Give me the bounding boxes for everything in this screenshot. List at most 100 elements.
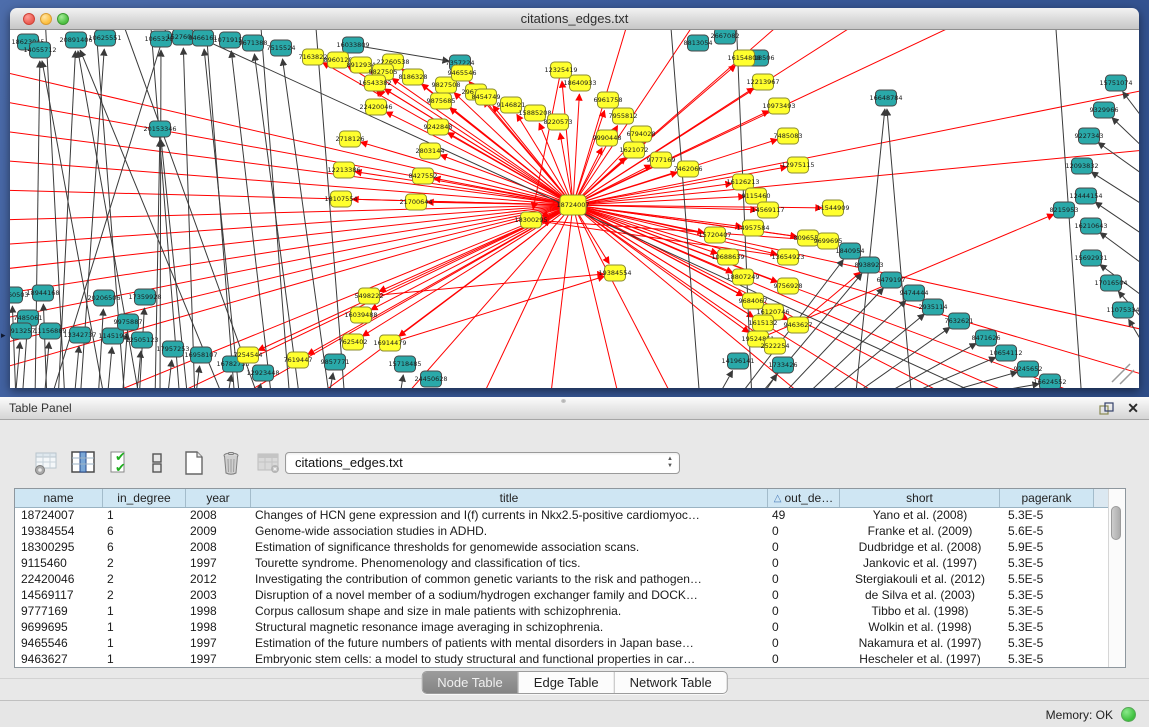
graph-node[interactable]: 9699695 [814,233,843,249]
graph-node[interactable]: 8215953 [1050,202,1079,218]
tab-network-table[interactable]: Network Table [615,672,727,693]
graph-node[interactable]: 8220573 [544,114,573,130]
graph-edge[interactable] [205,30,235,388]
column-header-in_degree[interactable]: in_degree [103,489,186,507]
graph-node[interactable]: 2522254 [761,338,790,354]
graph-node[interactable]: 18944168 [26,285,59,301]
table-row[interactable]: 946554611997Estimation of the future num… [15,635,1109,651]
graph-edge[interactable] [204,49,240,388]
graph-node[interactable]: 3913257 [10,323,35,339]
graph-node[interactable]: 5498222 [355,288,384,304]
graph-node[interactable]: 7619447 [284,352,313,368]
graph-edge[interactable] [550,205,573,388]
table-row[interactable]: 1830029562008Estimation of significance … [15,539,1109,555]
graph-node[interactable]: 7955812 [609,108,638,124]
zoom-window-button[interactable] [57,13,69,25]
graph-node[interactable]: 1733426 [769,357,798,373]
graph-edge[interactable] [448,133,573,205]
graph-edge[interactable] [254,54,300,388]
graph-node[interactable]: 8813054 [684,35,713,51]
graph-node[interactable]: 7485083 [774,128,803,144]
graph-edge[interactable] [231,51,272,388]
graph-edge[interactable] [35,61,40,388]
column-header-title[interactable]: title [251,489,768,507]
table-row[interactable]: 969969511998Structural magnetic resonanc… [15,619,1109,635]
graph-node[interactable]: 9756928 [774,278,803,294]
graph-node[interactable]: 13654923 [771,249,804,265]
table-row[interactable]: 1456911722003Disruption of a novel membe… [15,587,1109,603]
graph-node[interactable]: 8186328 [399,69,428,85]
graph-node[interactable]: 6794028 [627,126,656,142]
graph-edge[interactable] [935,384,1039,388]
graph-node[interactable]: 12093832 [1065,158,1098,174]
graph-node[interactable]: 8471626 [972,330,1001,346]
graph-node[interactable]: 16033809 [336,37,369,53]
graph-edge[interactable] [1091,172,1139,208]
graph-node[interactable]: 9671388 [239,35,268,51]
graph-edge[interactable] [562,81,573,205]
graph-node[interactable]: 12975115 [781,157,814,173]
graph-node[interactable]: 15718485 [388,356,421,372]
graph-node[interactable]: 9857771 [321,354,350,370]
row-height-icon[interactable] [143,449,171,477]
graph-edge[interactable] [798,272,861,325]
graph-edge[interactable] [15,342,20,388]
graph-node[interactable]: 12213386 [327,162,360,178]
graph-node[interactable]: 6961758 [594,92,623,108]
graph-node[interactable]: 15720407 [698,227,731,243]
graph-node[interactable]: 15692931 [1074,250,1107,266]
graph-node[interactable]: 2935114 [919,299,948,315]
graph-edge[interactable] [150,30,180,388]
network-view[interactable]: 1862304514055712208914061062555110653287… [10,30,1139,388]
table-row[interactable]: 1938455462009Genome-wide association stu… [15,523,1109,539]
graph-node[interactable]: 7515524 [267,40,296,56]
graph-edge[interactable] [480,205,573,388]
graph-edge[interactable] [167,360,172,388]
graph-node[interactable]: 18300295 [514,212,547,228]
graph-node[interactable]: 24450628 [414,371,447,387]
graph-edge[interactable] [1098,142,1139,178]
close-panel-icon[interactable]: ✕ [1127,397,1139,419]
graph-edge[interactable] [1123,92,1139,125]
graph-node[interactable]: 9990448 [593,130,622,146]
table-row[interactable]: 911546021997Tourette syndrome. Phenomeno… [15,555,1109,571]
graph-node[interactable]: 9465546 [448,65,477,81]
graph-node[interactable]: 20153346 [143,121,176,137]
graph-node[interactable]: 18724007 [556,195,589,215]
graph-node[interactable]: 6479197 [877,272,906,288]
graph-edge[interactable] [10,205,573,345]
memory-ok-indicator[interactable] [1121,707,1136,722]
table-row[interactable]: 946362711997Embryonic stem cells: a mode… [15,651,1109,667]
graph-node[interactable]: 16648784 [869,90,902,106]
graph-node[interactable]: 1615132 [749,315,778,331]
resize-grip[interactable] [1112,364,1134,384]
graph-node[interactable]: 2667082 [711,30,740,44]
table-row[interactable]: 977716911998Corpus callosum shape and si… [15,603,1109,619]
graph-node[interactable]: 11544909 [816,200,849,216]
scrollbar-thumb[interactable] [1111,506,1121,540]
minimize-window-button[interactable] [40,13,52,25]
table-row[interactable]: 2242004622012Investigating the contribut… [15,571,1109,587]
column-header-out_degree[interactable]: △out_de… [768,489,840,507]
graph-edge[interactable] [10,205,573,295]
graph-node[interactable]: 9474444 [900,285,929,301]
splitter-handle[interactable] [561,399,566,403]
graph-node[interactable]: 8938923 [855,257,884,273]
float-panel-icon[interactable] [1099,402,1114,415]
window-titlebar[interactable]: citations_edges.txt [10,8,1139,30]
table-scrollbar[interactable] [1108,489,1125,667]
graph-node[interactable]: 10688639 [711,249,744,265]
graph-edge[interactable] [107,347,112,388]
tab-edge-table[interactable]: Edge Table [519,672,615,693]
graph-node[interactable]: 20206506 [87,290,120,306]
graph-node[interactable]: 9875685 [427,93,456,109]
graph-node[interactable]: 9329966 [1090,102,1119,118]
panel-collapse-arrow[interactable]: ▸ [1,330,6,341]
graph-node[interactable]: 10654112 [989,345,1022,361]
graph-edge[interactable] [1112,118,1139,152]
graph-edge[interactable] [573,90,1139,205]
graph-node[interactable]: 9227343 [1075,128,1104,144]
graph-node[interactable]: 9242848 [424,119,453,135]
graph-edge[interactable] [818,314,925,388]
table-row[interactable]: 1872400712008Changes of HCN gene express… [15,507,1109,523]
